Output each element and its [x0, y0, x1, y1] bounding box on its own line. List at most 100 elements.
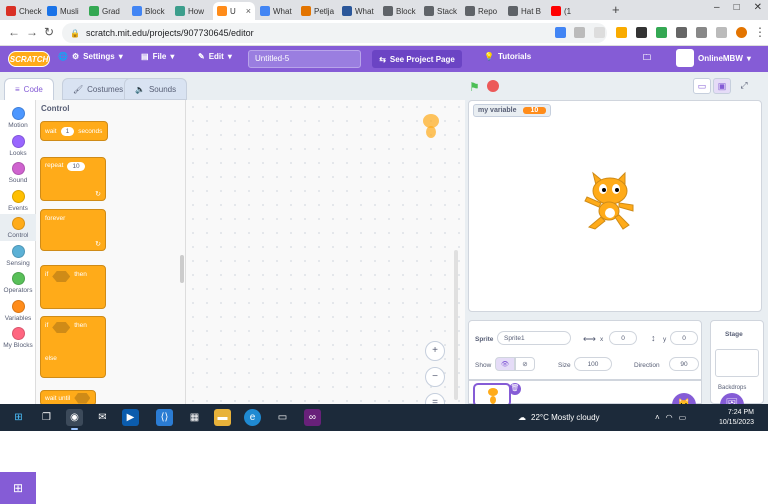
weather-widget[interactable]: ☁ 22°C Mostly cloudy: [518, 413, 600, 422]
browser-tab[interactable]: Check: [2, 2, 42, 20]
stage-canvas[interactable]: my variable 10: [468, 100, 762, 312]
browser-tab[interactable]: Musli: [43, 2, 84, 20]
close-window-icon[interactable]: ✕: [754, 2, 762, 13]
category-sound[interactable]: Sound: [0, 159, 36, 186]
maximize-icon[interactable]: □: [734, 2, 740, 13]
wait-block[interactable]: wait 1 seconds: [40, 121, 108, 141]
new-tab-icon[interactable]: +: [612, 2, 620, 17]
forward-icon[interactable]: →: [26, 25, 38, 39]
if-then-block[interactable]: if then: [40, 265, 106, 309]
zoom-out-button[interactable]: −: [425, 367, 445, 387]
visual-studio-icon[interactable]: ∞: [304, 409, 321, 426]
chrome-icon[interactable]: ◉: [66, 409, 83, 430]
chevron-up-icon[interactable]: ˄: [655, 413, 660, 422]
sprite-name-input[interactable]: Sprite1: [497, 331, 571, 345]
bookmark-star-icon[interactable]: [594, 27, 605, 38]
reading-list-icon[interactable]: [696, 27, 707, 38]
x-input[interactable]: 0: [609, 331, 637, 345]
store-icon[interactable]: ▦: [186, 409, 203, 426]
category-my-blocks[interactable]: My Blocks: [0, 324, 36, 351]
browser-tab[interactable]: Petlja: [297, 2, 337, 20]
browser-tab[interactable]: Hat B: [504, 2, 546, 20]
fullscreen-icon[interactable]: ⤢: [735, 78, 753, 94]
wait-value-input[interactable]: 1: [60, 126, 75, 136]
close-tab-icon[interactable]: ×: [246, 6, 251, 16]
browser-tab[interactable]: U ×: [213, 2, 255, 20]
project-title-input[interactable]: Untitled-5: [248, 50, 361, 68]
cat-sprite[interactable]: [579, 171, 639, 235]
condition-slot[interactable]: [52, 322, 71, 333]
account-menu[interactable]: OnlineMBW ▾: [676, 49, 751, 67]
google-icon[interactable]: [555, 27, 566, 38]
if-else-block[interactable]: if then else: [40, 316, 106, 378]
show-visible-icon[interactable]: 👁: [495, 357, 515, 371]
see-project-page-button[interactable]: ⇆ See Project Page: [372, 50, 462, 68]
category-control[interactable]: Control: [0, 214, 36, 241]
vscode-icon[interactable]: ⟨⟩: [156, 409, 173, 426]
tutorials-button[interactable]: 💡 Tutorials: [484, 52, 531, 61]
url-bar[interactable]: 🔒 scratch.mit.edu/projects/907730645/edi…: [62, 23, 607, 43]
browser-tab[interactable]: (1: [547, 2, 589, 20]
zoom-app-icon[interactable]: ▶: [122, 409, 139, 426]
settings-menu[interactable]: ⚙ Settings ▾: [72, 52, 123, 61]
profile-avatar[interactable]: [736, 27, 747, 38]
browser-menu-icon[interactable]: ⋮: [754, 25, 766, 39]
green-flag-icon[interactable]: ⚑: [469, 80, 480, 94]
extension-s-icon[interactable]: [636, 27, 647, 38]
repeat-block[interactable]: repeat 10 ↻: [40, 157, 106, 201]
edit-menu[interactable]: ✎ Edit ▾: [198, 52, 232, 61]
sidepanel-icon[interactable]: [716, 27, 727, 38]
battery-icon[interactable]: ▭: [679, 413, 687, 422]
terminal-icon[interactable]: ▭: [274, 409, 291, 426]
variable-monitor[interactable]: my variable 10: [473, 104, 552, 117]
browser-tab[interactable]: Block: [379, 2, 419, 20]
direction-input[interactable]: 90: [669, 357, 699, 371]
condition-slot[interactable]: [74, 392, 91, 404]
add-extension-button[interactable]: ⊞: [0, 472, 36, 504]
condition-slot[interactable]: [52, 271, 71, 282]
wait-until-block[interactable]: wait until: [40, 390, 96, 404]
tab-code[interactable]: ≡ Code: [4, 78, 54, 100]
browser-tab[interactable]: Block: [128, 2, 170, 20]
globe-icon[interactable]: 🌐: [58, 52, 68, 61]
extension-icon[interactable]: [616, 27, 627, 38]
wifi-icon[interactable]: ◠: [666, 413, 673, 422]
browser-tab[interactable]: Stack: [420, 2, 460, 20]
back-icon[interactable]: ←: [8, 25, 20, 39]
reload-icon[interactable]: ↻: [44, 25, 54, 39]
browser-tab[interactable]: What: [338, 2, 378, 20]
browser-tab[interactable]: How: [171, 2, 212, 20]
workspace-scrollbar[interactable]: [454, 250, 458, 400]
category-sensing[interactable]: Sensing: [0, 242, 36, 269]
task-view-icon[interactable]: ❐: [38, 409, 55, 426]
show-hidden-icon[interactable]: ⊘: [515, 357, 535, 371]
category-variables[interactable]: Variables: [0, 297, 36, 324]
browser-tab[interactable]: Grad: [85, 2, 127, 20]
normal-stage-button[interactable]: ▣: [713, 78, 731, 94]
trash-icon[interactable]: 🗑: [509, 383, 521, 395]
system-tray[interactable]: ˄ ◠ ▭: [655, 413, 686, 422]
stop-button[interactable]: [487, 80, 499, 92]
scratch-logo[interactable]: SCRATCH: [8, 51, 50, 67]
browser-tab[interactable]: What: [256, 2, 296, 20]
share-icon[interactable]: [574, 27, 585, 38]
small-stage-button[interactable]: ▭: [693, 78, 711, 94]
mail-icon[interactable]: ✉: [94, 409, 111, 426]
stage-target[interactable]: Stage Backdrops: [710, 320, 764, 404]
folder-icon[interactable]: 🗀: [643, 52, 651, 66]
category-events[interactable]: Events: [0, 187, 36, 214]
code-workspace[interactable]: + − =: [186, 100, 465, 413]
tab-sounds[interactable]: 🔈 Sounds: [124, 78, 188, 100]
category-looks[interactable]: Looks: [0, 132, 36, 159]
size-input[interactable]: 100: [574, 357, 612, 371]
file-explorer-icon[interactable]: ▬: [214, 409, 231, 426]
edge-icon[interactable]: e: [244, 409, 261, 426]
file-menu[interactable]: ▤ File ▾: [141, 52, 174, 61]
minimize-icon[interactable]: –: [714, 2, 720, 13]
y-input[interactable]: 0: [670, 331, 698, 345]
puzzle-icon[interactable]: [676, 27, 687, 38]
palette-scrollbar[interactable]: [180, 255, 184, 283]
extension-green-icon[interactable]: [656, 27, 667, 38]
category-operators[interactable]: Operators: [0, 269, 36, 296]
forever-block[interactable]: forever ↻: [40, 209, 106, 251]
